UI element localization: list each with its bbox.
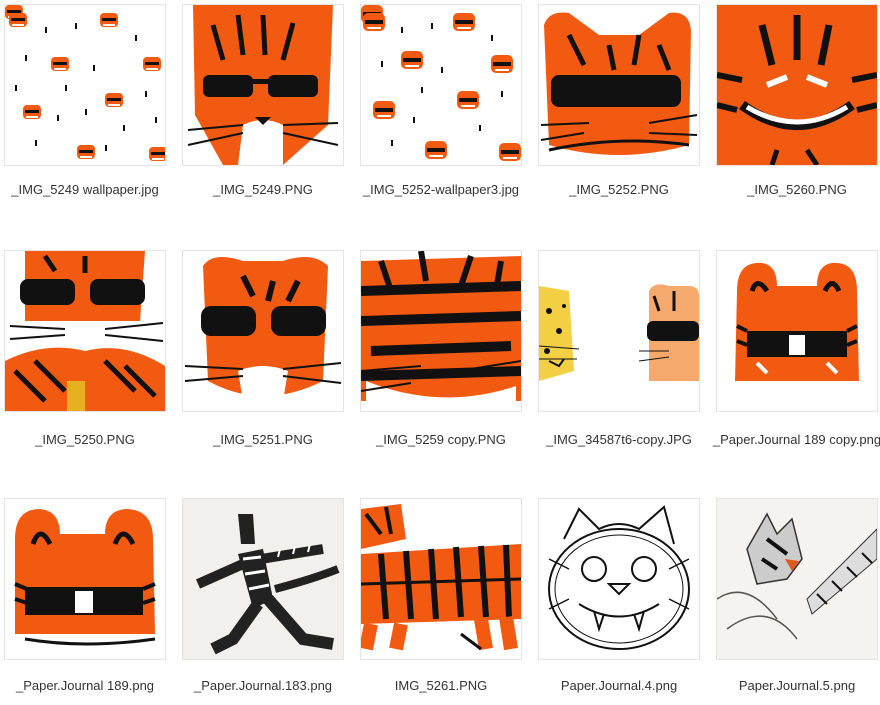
thumbnail-leopard-tiger[interactable] [538,250,700,412]
thumbnail-tiger-walking[interactable] [360,498,522,660]
file-name: _IMG_5260.PNG [747,182,847,197]
thumbnail-tiger-sunglasses[interactable] [182,4,344,166]
thumbnail-tiger-stripes[interactable] [360,250,522,412]
file-name: IMG_5261.PNG [394,678,488,693]
thumbnail-tiger-wallpaper[interactable] [4,4,166,166]
file-name: Paper.Journal.4.png [560,678,678,693]
thumbnail-tiger-wallpaper[interactable] [360,4,522,166]
file-name: _IMG_5250.PNG [35,432,135,447]
thumbnail-tiger-sunglasses-body[interactable] [4,250,166,412]
thumbnail-tiger-sunglasses[interactable] [182,250,344,412]
thumbnail-tiger-pencil-sketch[interactable] [716,498,878,660]
file-grid: _IMG_5249 wallpaper.jpg _IMG_5249.PNG _I… [0,0,880,705]
file-name: _Paper.Journal.183.png [193,678,333,693]
file-name: _Paper.Journal 189 copy.png [712,432,880,447]
file-name: _IMG_5259 copy.PNG [376,432,506,447]
thumbnail-tiger-grin[interactable] [716,4,878,166]
file-name: _Paper.Journal 189.png [15,678,155,693]
file-name: _IMG_5249.PNG [213,182,313,197]
file-name: _IMG_5252.PNG [569,182,669,197]
thumbnail-tiger-sketch[interactable] [538,498,700,660]
file-name: _IMG_5251.PNG [213,432,313,447]
file-name: _IMG_5249 wallpaper.jpg [11,182,159,197]
thumbnail-tiger-sunglasses[interactable] [538,4,700,166]
file-name: _IMG_5252-wallpaper3.jpg [362,182,520,197]
thumbnail-tiger-blocky[interactable] [4,498,166,660]
file-name: _IMG_34587t6-copy.JPG [546,432,692,447]
thumbnail-tiger-running[interactable] [182,498,344,660]
file-name: Paper.Journal.5.png [738,678,856,693]
thumbnail-tiger-blocky[interactable] [716,250,878,412]
